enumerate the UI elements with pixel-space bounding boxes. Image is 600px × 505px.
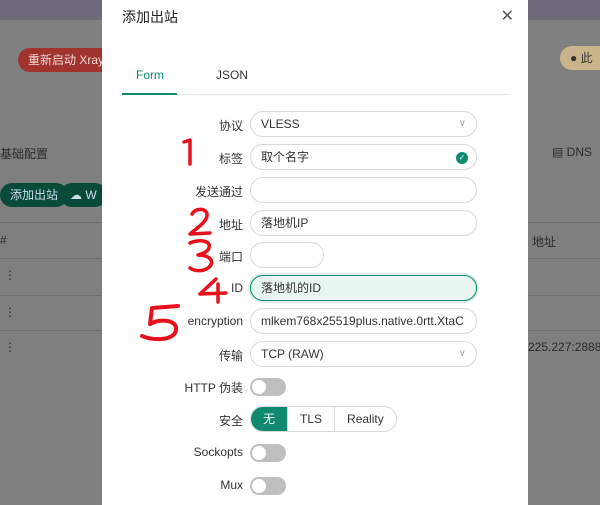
address-label: 地址 — [218, 218, 243, 232]
tab-json[interactable]: JSON — [216, 68, 248, 82]
background-tab-basic[interactable]: 基础配置 — [0, 145, 48, 162]
send-through-row: 发送通过 — [102, 177, 528, 203]
protocol-row: 协议 VLESS ∨ — [102, 111, 528, 137]
mux-label: Mux — [220, 478, 243, 492]
sockopts-label: Sockopts — [193, 445, 243, 459]
port-input[interactable] — [250, 242, 324, 268]
column-hash: # — [0, 233, 7, 247]
security-option-reality[interactable]: Reality — [335, 407, 396, 431]
annotation-5 — [140, 304, 180, 342]
column-address: 地址 — [532, 235, 557, 249]
id-row: ID 落地机的ID — [102, 275, 528, 301]
tag-row: 标签 取个名字 ✓ — [102, 144, 528, 170]
mux-row: Mux — [102, 472, 528, 498]
encryption-label: encryption — [187, 314, 243, 328]
w-bg-button[interactable]: ☁ W — [60, 183, 107, 207]
send-through-input[interactable] — [250, 177, 477, 203]
add-outbound-bg-button[interactable]: 添加出站 — [0, 183, 69, 207]
encryption-input[interactable]: mlkem768x25519plus.native.0rtt.XtaC — [250, 308, 477, 334]
annotation-4 — [198, 277, 228, 304]
background-tab-dns[interactable]: ▤ DNS — [552, 145, 592, 159]
modal-tabs: Form JSON — [122, 58, 510, 95]
annotation-2 — [188, 207, 212, 236]
http-obfs-row: HTTP 伪装 — [102, 373, 528, 399]
modal-title: 添加出站 — [122, 9, 178, 25]
port-label: 端口 — [218, 250, 243, 264]
tab-form[interactable]: Form — [136, 68, 164, 82]
chevron-down-icon: ∨ — [458, 348, 466, 359]
transport-label: 传输 — [218, 349, 243, 363]
row-menu-icon[interactable]: ⋮ — [4, 268, 16, 282]
http-obfs-toggle[interactable] — [250, 378, 286, 396]
protocol-select[interactable]: VLESS ∨ — [250, 111, 477, 137]
security-row: 安全 无 TLS Reality — [102, 406, 528, 432]
port-row: 端口 — [102, 242, 528, 268]
chevron-down-icon: ∨ — [458, 118, 466, 129]
cloud-icon: ☁ — [70, 188, 86, 202]
sockopts-row: Sockopts — [102, 439, 528, 465]
toggle-knob — [252, 479, 266, 493]
security-segmented: 无 TLS Reality — [250, 406, 397, 432]
toggle-knob — [252, 380, 266, 394]
address-row: 地址 落地机IP — [102, 210, 528, 236]
add-outbound-modal: 添加出站 ✕ Form JSON 协议 VLESS ∨ 标签 取个名字 ✓ 发送通过… — [102, 0, 528, 505]
id-label: ID — [231, 281, 243, 295]
dns-icon: ▤ — [552, 145, 567, 159]
toggle-knob — [252, 446, 266, 460]
send-through-label: 发送通过 — [194, 185, 243, 199]
tag-label: 标签 — [218, 152, 243, 166]
address-cell: 225.227:28886 — [528, 340, 600, 354]
active-tab-indicator — [122, 93, 177, 95]
mux-toggle[interactable] — [250, 477, 286, 495]
address-input[interactable]: 落地机IP — [250, 210, 477, 236]
check-icon: ✓ — [456, 152, 468, 164]
restart-xray-button[interactable]: 重新启动 Xray — [18, 48, 115, 72]
row-menu-icon[interactable]: ⋮ — [4, 305, 16, 319]
protocol-label: 协议 — [218, 119, 243, 133]
close-icon[interactable]: ✕ — [501, 6, 514, 26]
id-input[interactable]: 落地机的ID — [250, 275, 477, 301]
sockopts-toggle[interactable] — [250, 444, 286, 462]
warning-badge[interactable]: ● 此 — [560, 46, 600, 70]
tag-input[interactable]: 取个名字 ✓ — [250, 144, 477, 170]
transport-select[interactable]: TCP (RAW) ∨ — [250, 341, 477, 367]
security-option-tls[interactable]: TLS — [288, 407, 336, 431]
annotation-3 — [188, 239, 214, 273]
annotation-1 — [182, 138, 192, 166]
row-menu-icon[interactable]: ⋮ — [4, 340, 16, 354]
http-obfs-label: HTTP 伪装 — [184, 381, 243, 395]
security-option-none[interactable]: 无 — [251, 407, 289, 431]
security-label: 安全 — [218, 414, 243, 428]
warning-icon: ● — [570, 51, 578, 65]
